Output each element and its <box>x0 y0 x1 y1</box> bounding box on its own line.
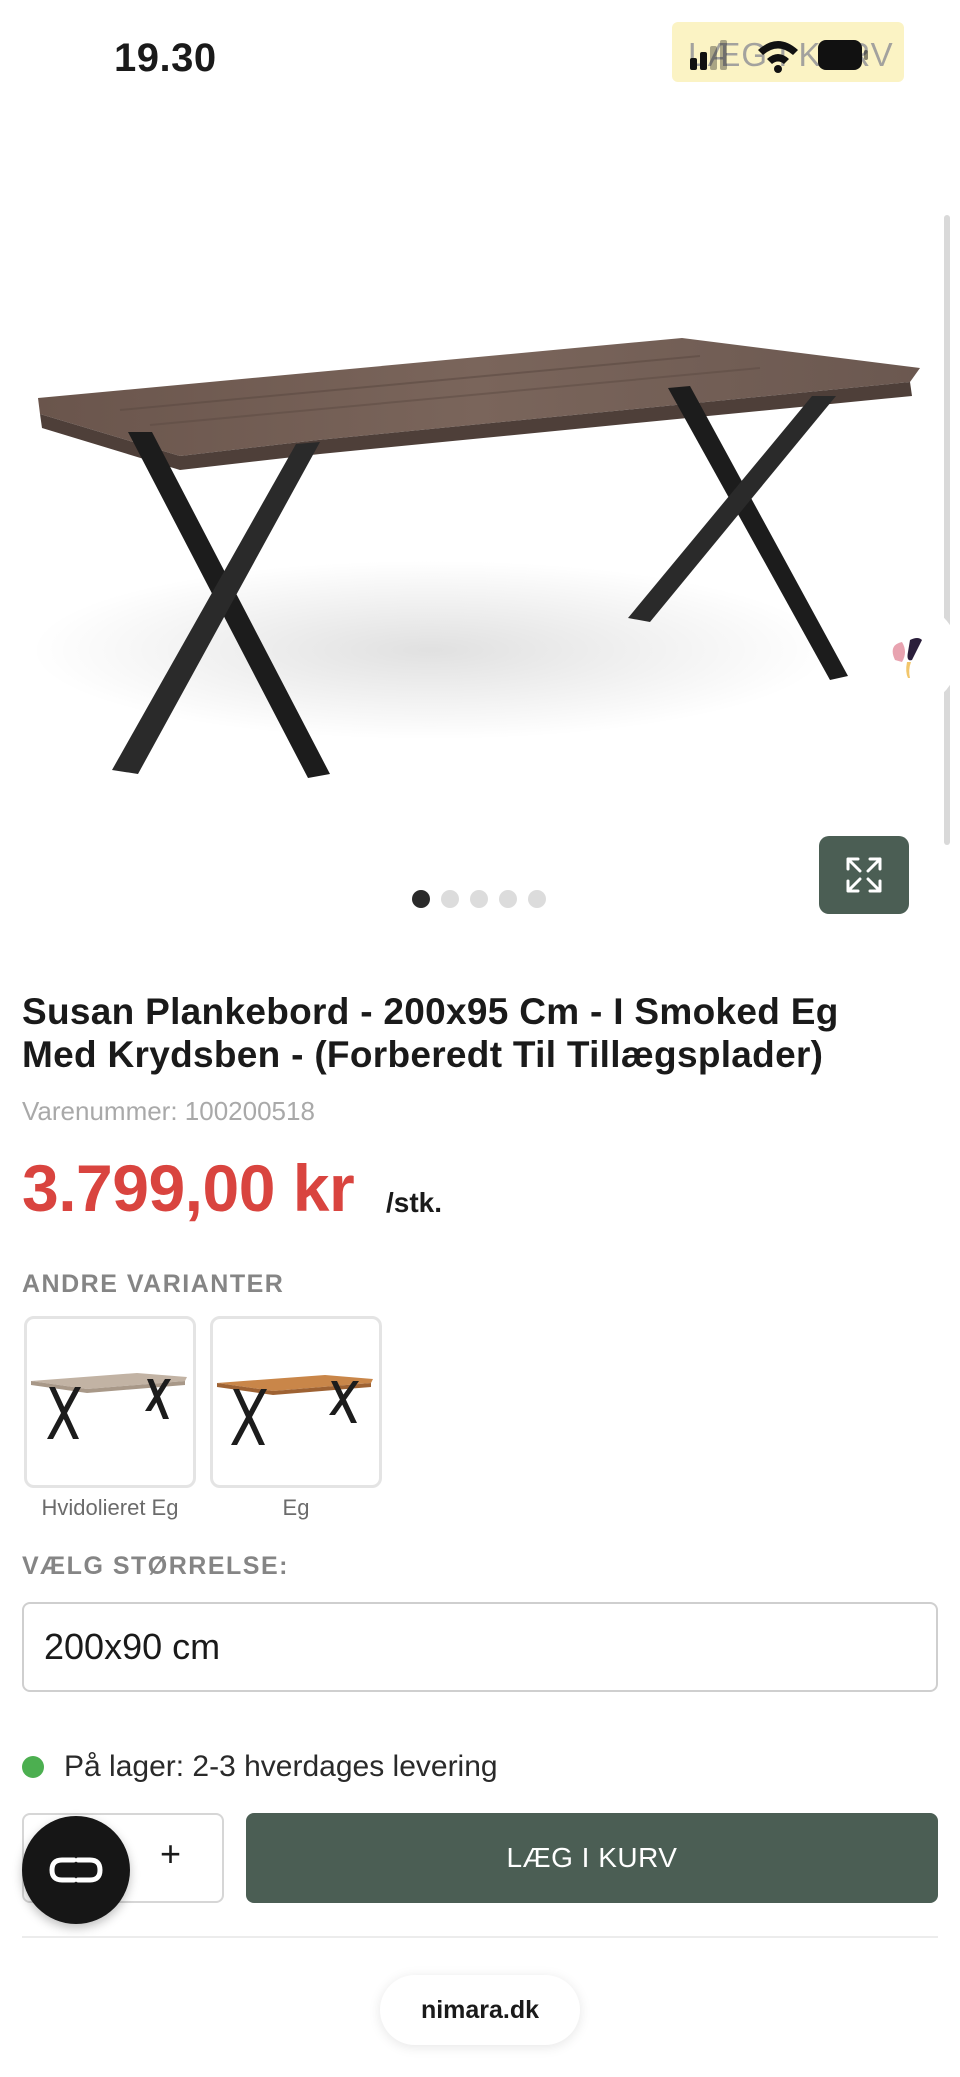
stock-status: På lager: 2-3 hverdages levering <box>22 1750 498 1784</box>
gallery-dot[interactable] <box>412 890 430 908</box>
quantity-plus-button[interactable]: + <box>160 1833 181 1875</box>
browser-url-bar[interactable]: nimara.dk <box>380 1975 580 2045</box>
gallery-pagination <box>412 890 546 908</box>
chat-bubble-icon <box>49 1857 103 1883</box>
product-price: 3.799,00 kr <box>22 1151 355 1225</box>
product-title: Susan Plankebord - 200x95 Cm - I Smoked … <box>22 991 839 1075</box>
variant-thumbnail <box>217 1375 373 1445</box>
variant-thumbnail <box>31 1373 187 1439</box>
size-select[interactable]: 200x90 cm <box>22 1602 938 1692</box>
divider <box>22 1936 938 1938</box>
size-selected-value: 200x90 cm <box>44 1626 221 1667</box>
gallery-dot[interactable] <box>441 890 459 908</box>
table-illustration <box>30 338 920 778</box>
variants-heading: ANDRE VARIANTER <box>22 1270 285 1298</box>
add-to-cart-button[interactable]: LÆG I KURV <box>246 1813 938 1903</box>
gallery-dot[interactable] <box>499 890 517 908</box>
wifi-icon <box>758 41 798 73</box>
expand-image-button[interactable] <box>819 836 909 914</box>
bird-logo-icon[interactable] <box>850 600 960 710</box>
product-image[interactable] <box>0 110 960 940</box>
variant-hvidolieret-eg[interactable] <box>24 1316 196 1488</box>
status-time: 19.30 <box>114 36 217 80</box>
expand-arrows-icon <box>846 857 882 893</box>
browser-domain: nimara.dk <box>420 1995 540 2024</box>
gallery-dot[interactable] <box>470 890 488 908</box>
battery-icon <box>818 40 868 70</box>
gallery-dot[interactable] <box>528 890 546 908</box>
cellular-signal-icon <box>690 40 727 70</box>
size-heading: VÆLG STØRRELSE: <box>22 1552 289 1580</box>
variant-eg[interactable] <box>210 1316 382 1488</box>
price-unit: /stk. <box>386 1187 443 1218</box>
stock-indicator-dot <box>22 1756 44 1778</box>
variant-label: Eg <box>282 1495 310 1520</box>
chat-button[interactable] <box>22 1816 130 1924</box>
variant-label: Hvidolieret Eg <box>41 1495 179 1520</box>
stock-text: På lager: 2-3 hverdages levering <box>64 1750 498 1783</box>
page-scrollbar[interactable] <box>944 215 950 845</box>
product-sku: Varenummer: 100200518 <box>22 1096 315 1126</box>
status-icons <box>690 40 868 73</box>
